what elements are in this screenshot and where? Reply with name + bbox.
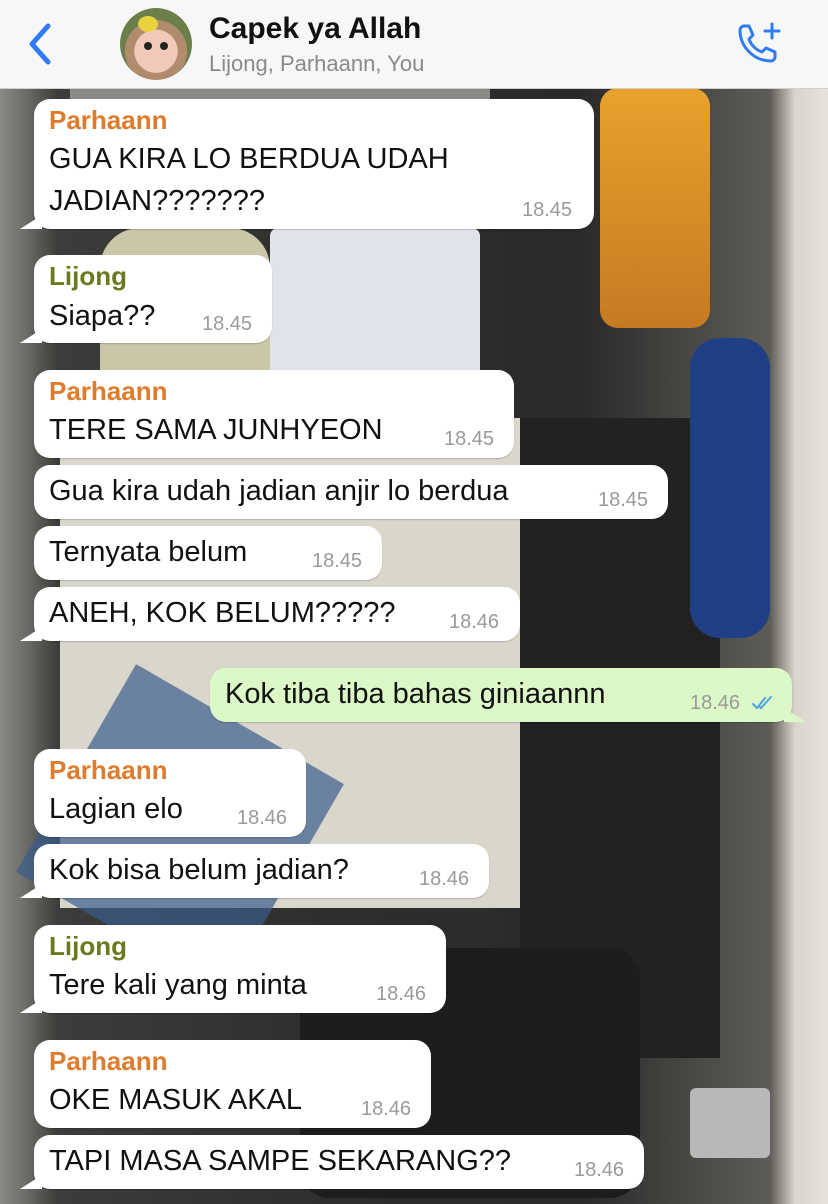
message-text: Lagian elo: [49, 793, 183, 825]
message-time: 18.46: [449, 611, 500, 633]
message-time: 18.46: [690, 692, 741, 714]
message-text: TERE SAMA JUNHYEON: [49, 414, 383, 446]
sender-name[interactable]: Parhaann: [49, 755, 168, 786]
avatar-flower: [138, 16, 158, 32]
message-time: 18.45: [598, 489, 649, 511]
add-call-button[interactable]: [734, 20, 784, 68]
message-bubble[interactable]: Lijong Siapa?? 18.45: [20, 255, 272, 343]
message-text: Siapa??: [49, 300, 156, 332]
message-bubble[interactable]: Parhaann OKE MASUK AKAL 18.46: [34, 1040, 431, 1128]
chat-title[interactable]: Capek ya Allah: [209, 12, 421, 46]
wallpaper-object: [690, 1088, 770, 1158]
message-text: Tere kali yang minta: [49, 969, 307, 1001]
message-time: 18.46: [237, 807, 288, 829]
message-time: 18.45: [202, 313, 253, 335]
sender-name[interactable]: Lijong: [49, 931, 127, 962]
message-text: ANEH, KOK BELUM?????: [49, 597, 396, 629]
message-text: Ternyata belum: [49, 536, 248, 568]
message-bubble[interactable]: Lijong Tere kali yang minta 18.46: [20, 925, 446, 1013]
message-text: TAPI MASA SAMPE SEKARANG??: [49, 1145, 512, 1177]
message-time: 18.45: [522, 199, 573, 221]
back-button[interactable]: [22, 22, 62, 66]
chat-participants[interactable]: Lijong, Parhaann, You: [209, 51, 424, 77]
sender-name[interactable]: Parhaann: [49, 376, 168, 407]
message-bubble[interactable]: Parhaann TERE SAMA JUNHYEON 18.45: [34, 370, 514, 458]
message-text: OKE MASUK AKAL: [49, 1084, 303, 1116]
message-time: 18.45: [444, 428, 495, 450]
message-text: Kok tiba tiba bahas giniaannn: [225, 678, 606, 710]
message-bubble[interactable]: Parhaann Lagian elo 18.46: [34, 749, 306, 837]
message-time: 18.46: [419, 868, 470, 890]
message-bubble[interactable]: Kok bisa belum jadian? 18.46: [20, 844, 489, 898]
chat-header: Capek ya Allah Lijong, Parhaann, You: [0, 0, 828, 89]
wallpaper-object: [690, 338, 770, 638]
sender-name[interactable]: Parhaann: [49, 105, 168, 136]
avatar-eye: [160, 42, 168, 50]
message-text: Gua kira udah jadian anjir lo berdua: [49, 475, 509, 507]
message-text: JADIAN???????: [49, 185, 266, 217]
add-call-icon: [738, 22, 781, 63]
message-text: GUA KIRA LO BERDUA UDAH: [49, 143, 449, 175]
group-avatar[interactable]: [120, 8, 192, 80]
message-bubble[interactable]: Ternyata belum 18.45: [34, 526, 382, 580]
read-receipt-icon: [752, 696, 772, 710]
message-text: Kok bisa belum jadian?: [49, 854, 349, 886]
message-bubble[interactable]: Parhaann GUA KIRA LO BERDUA UDAH JADIAN?…: [20, 99, 594, 229]
sender-name[interactable]: Parhaann: [49, 1046, 168, 1077]
message-bubble[interactable]: ANEH, KOK BELUM????? 18.46: [20, 587, 520, 641]
message-time: 18.46: [361, 1098, 412, 1120]
message-time: 18.45: [312, 550, 363, 572]
message-bubble[interactable]: Gua kira udah jadian anjir lo berdua 18.…: [34, 465, 668, 519]
message-bubble-outgoing[interactable]: Kok tiba tiba bahas giniaannn 18.46: [210, 668, 806, 722]
message-time: 18.46: [376, 983, 427, 1005]
sender-name[interactable]: Lijong: [49, 261, 127, 292]
message-time: 18.46: [574, 1159, 625, 1181]
avatar-eye: [144, 42, 152, 50]
wallpaper-object: [600, 88, 710, 328]
chevron-left-icon: [29, 23, 51, 65]
message-bubble[interactable]: TAPI MASA SAMPE SEKARANG?? 18.46: [20, 1135, 644, 1189]
